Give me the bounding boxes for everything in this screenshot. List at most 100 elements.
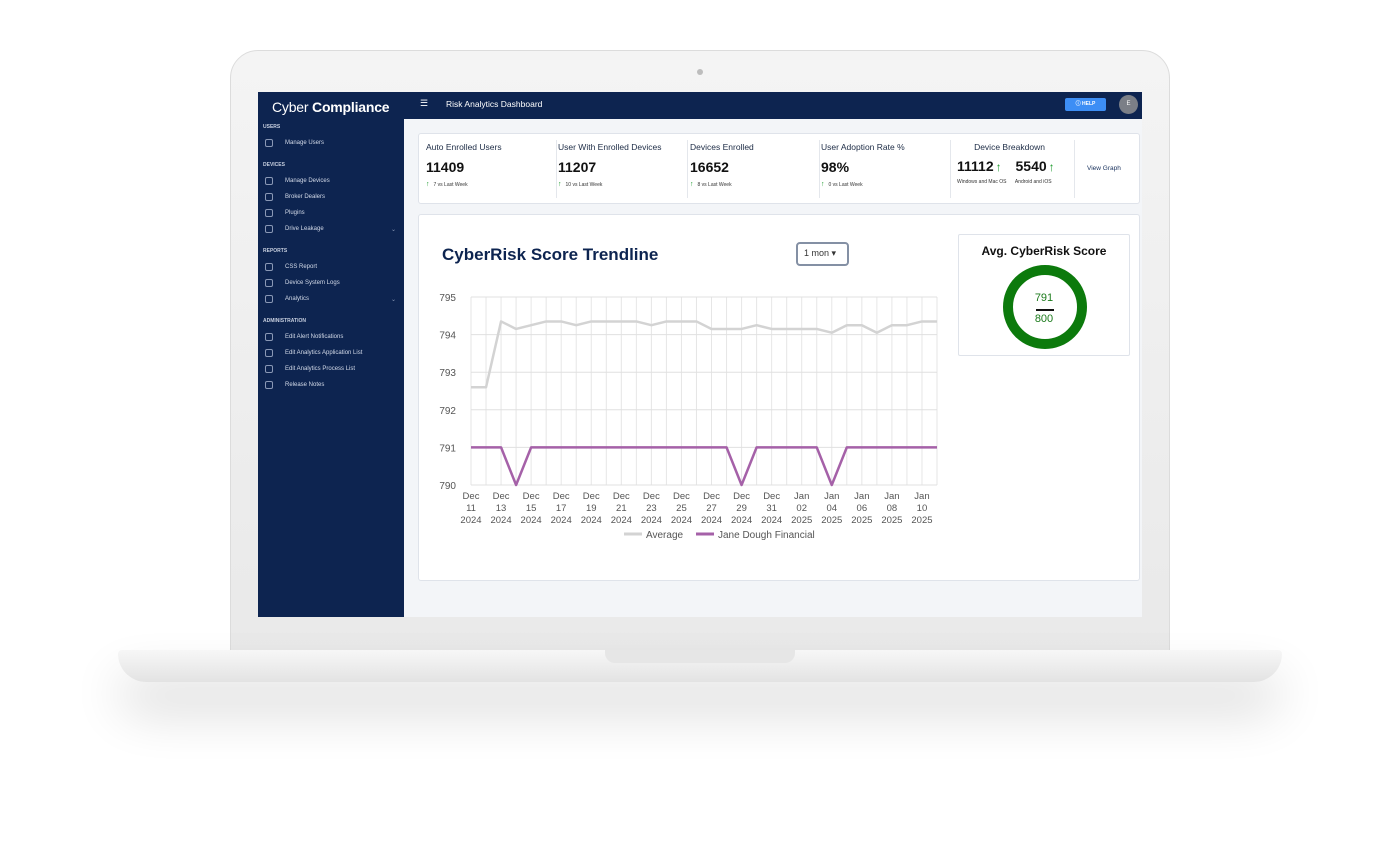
stat-change: ↑ 7 vs Last Week <box>426 181 556 188</box>
y-tick-label: 792 <box>439 406 456 417</box>
arrow-up-icon: ↑ <box>821 181 825 188</box>
sidebar-item-analytics[interactable]: Analytics ⌄ <box>258 291 404 307</box>
stat-change: ↑ 0 vs Last Week <box>821 181 950 188</box>
x-tick-label: 04 <box>826 503 837 514</box>
sidebar-item-label: Device System Logs <box>285 280 340 286</box>
x-tick-label: Jan <box>884 491 899 502</box>
sidebar-item-css-report[interactable]: CSS Report <box>258 259 404 275</box>
brand-logo[interactable]: Cyber Compliance <box>258 92 404 120</box>
x-tick-label: 2024 <box>551 515 572 526</box>
x-tick-label: Dec <box>673 491 690 502</box>
grid-icon <box>265 349 273 357</box>
x-tick-label: 2025 <box>821 515 842 526</box>
trend-panel: CyberRisk Score Trendline 1 mon ▾ 790 791… <box>418 214 1140 581</box>
sidebar-item-label: Broker Dealers <box>285 194 326 200</box>
x-tick-label: 2025 <box>911 515 932 526</box>
sidebar-item-label: Edit Alert Notifications <box>285 334 344 340</box>
view-graph-link[interactable]: View Graph <box>1087 165 1121 172</box>
sidebar-item-label: Edit Analytics Application List <box>285 350 363 356</box>
score-title: Avg. CyberRisk Score <box>981 244 1107 258</box>
x-tick-label: 23 <box>646 503 657 514</box>
score-value: 791 <box>1034 292 1054 304</box>
sidebar-section-title: DEVICES <box>263 162 285 168</box>
sidebar-item-label: Edit Analytics Process List <box>285 366 356 372</box>
breakdown-values: 11112 ↑ 5540 ↑ <box>957 158 1074 174</box>
stat-value: 16652 <box>690 159 729 175</box>
breakdown-value-android-ios: 5540 <box>1015 158 1047 174</box>
sidebar-section-title: REPORTS <box>263 248 288 254</box>
analytics-icon <box>265 295 273 303</box>
avg-score-card: Avg. CyberRisk Score 791 800 <box>958 234 1130 356</box>
x-tick-label: Jan <box>914 491 929 502</box>
x-tick-label: 2025 <box>791 515 812 526</box>
devices-icon <box>265 177 273 185</box>
x-tick-label: Jan <box>824 491 839 502</box>
bell-icon <box>265 333 273 341</box>
x-tick-label: Dec <box>583 491 600 502</box>
report-icon <box>265 263 273 271</box>
x-tick-label: 2024 <box>731 515 752 526</box>
stat-value: 98% <box>821 159 850 175</box>
help-button[interactable]: ⓘ HELP <box>1065 98 1106 111</box>
chart-title: CyberRisk Score Trendline <box>442 245 659 264</box>
process-icon <box>265 365 273 373</box>
x-tick-label: Dec <box>763 491 780 502</box>
broker-icon <box>265 193 273 201</box>
x-tick-label: 2025 <box>881 515 902 526</box>
arrow-up-icon: ↑ <box>426 181 430 188</box>
sidebar-item-label: Manage Users <box>285 140 325 146</box>
sidebar-item-label: Release Notes <box>285 382 325 388</box>
avatar[interactable]: E <box>1119 95 1138 114</box>
x-tick-label: 2024 <box>701 515 722 526</box>
breakdown-labels: Windows and Mac OS Android and iOS <box>957 179 1074 185</box>
chevron-down-icon: ⌄ <box>390 297 396 303</box>
breakdown-label-windows-mac: Windows and Mac OS <box>957 179 1007 185</box>
sidebar-item-edit-alert-notifications[interactable]: Edit Alert Notifications <box>258 329 404 345</box>
x-tick-label: 29 <box>736 503 747 514</box>
sidebar-item-label: Drive Leakage <box>285 226 324 232</box>
score-max: 800 <box>1034 313 1054 325</box>
x-tick-label: 2024 <box>521 515 542 526</box>
sidebar-item-broker-dealers[interactable]: Broker Dealers <box>258 189 404 205</box>
stat-title: User Adoption Rate % <box>821 142 905 152</box>
x-tick-label: 2024 <box>490 515 511 526</box>
x-tick-label: 02 <box>796 503 807 514</box>
stat-title: User With Enrolled Devices <box>558 142 662 152</box>
series-line-average <box>471 320 937 389</box>
sidebar-item-edit-analytics-application-list[interactable]: Edit Analytics Application List <box>258 345 404 361</box>
y-tick-label: 791 <box>439 443 456 454</box>
drive-icon <box>265 225 273 233</box>
sidebar-item-manage-devices[interactable]: Manage Devices <box>258 173 404 189</box>
stat-users-with-devices: User With Enrolled Devices 11207 ↑ 10 vs … <box>557 140 688 198</box>
x-tick-label: 2025 <box>851 515 872 526</box>
x-tick-label: 08 <box>887 503 898 514</box>
stat-auto-enrolled-users: Auto Enrolled Users 11409 ↑ 7 vs Last Wee… <box>426 140 557 198</box>
x-tick-label: 06 <box>857 503 868 514</box>
y-tick-label: 795 <box>439 293 456 304</box>
sidebar-item-drive-leakage[interactable]: Drive Leakage ⌄ <box>258 221 404 237</box>
stat-user-adoption-rate: User Adoption Rate % 98% ↑ 0 vs Last Week <box>820 140 951 198</box>
stat-value: 11207 <box>558 159 597 175</box>
sidebar-item-manage-users[interactable]: Manage Users <box>258 135 404 151</box>
x-tick-label: 2024 <box>671 515 692 526</box>
x-tick-label: 2024 <box>611 515 632 526</box>
sidebar-item-label: Analytics <box>285 296 310 302</box>
plugins-icon <box>265 209 273 217</box>
sidebar-item-plugins[interactable]: Plugins <box>258 205 404 221</box>
top-bar: ☰ Risk Analytics Dashboard ⓘ HELP E <box>404 92 1142 119</box>
stats-panel: Auto Enrolled Users 11409 ↑ 7 vs Last Wee… <box>418 133 1140 204</box>
range-select[interactable]: 1 mon ▾ <box>796 242 849 266</box>
x-tick-label: 31 <box>766 503 777 514</box>
sidebar-item-label: CSS Report <box>285 264 318 270</box>
sidebar-item-release-notes[interactable]: Release Notes <box>258 377 404 393</box>
legend-label: Jane Dough Financial <box>718 530 815 541</box>
x-tick-label: Dec <box>613 491 630 502</box>
x-tick-label: 11 <box>466 503 476 514</box>
x-tick-label: 25 <box>676 503 687 514</box>
menu-icon[interactable]: ☰ <box>420 98 428 109</box>
sidebar-item-device-system-logs[interactable]: Device System Logs <box>258 275 404 291</box>
x-tick-label: 2024 <box>460 515 481 526</box>
logs-icon <box>265 279 273 287</box>
sidebar-item-label: Manage Devices <box>285 178 330 184</box>
sidebar-item-edit-analytics-process-list[interactable]: Edit Analytics Process List <box>258 361 404 377</box>
